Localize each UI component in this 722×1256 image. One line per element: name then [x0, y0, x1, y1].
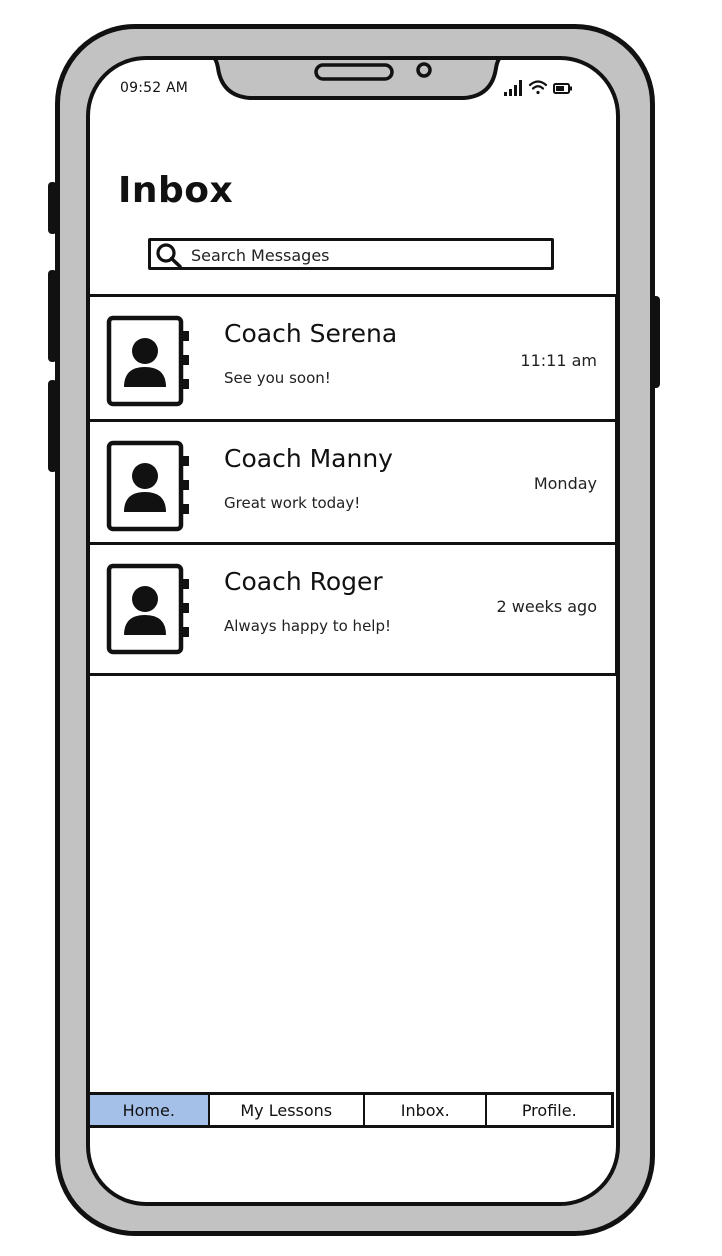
- search-input[interactable]: Search Messages: [148, 238, 554, 270]
- conversation-name: Coach Serena: [224, 319, 398, 348]
- signal-icon: [504, 80, 522, 96]
- conversation-row-manny[interactable]: Coach Manny Great work today! Monday: [90, 419, 616, 545]
- tab-home[interactable]: Home.: [90, 1095, 210, 1125]
- status-icons: [504, 80, 572, 96]
- conversation-time: Monday: [533, 474, 597, 493]
- search-placeholder: Search Messages: [191, 246, 330, 265]
- conversation-time: 2 weeks ago: [496, 597, 597, 616]
- tab-profile[interactable]: Profile.: [487, 1095, 611, 1125]
- conversation-time: 11:11 am: [520, 351, 597, 370]
- contact-book-icon: [106, 315, 189, 407]
- status-time: 09:52 AM: [120, 80, 189, 96]
- contact-book-icon: [106, 440, 189, 532]
- conversation-preview: Always happy to help!: [224, 617, 391, 635]
- conversation-row-roger[interactable]: Coach Roger Always happy to help! 2 week…: [90, 542, 616, 676]
- page-title: Inbox: [118, 170, 234, 211]
- conversation-name: Coach Manny: [224, 444, 393, 473]
- bottom-tab-bar: Home. My Lessons Inbox. Profile.: [90, 1092, 614, 1128]
- wifi-icon: [528, 80, 548, 95]
- conversation-row-serena[interactable]: Coach Serena See you soon! 11:11 am: [90, 294, 616, 422]
- conversation-preview: Great work today!: [224, 494, 361, 512]
- phone-screen: 09:52 AM Inbox Search Messages Coach Ser…: [86, 56, 620, 1206]
- tab-inbox[interactable]: Inbox.: [364, 1095, 488, 1125]
- tab-my-lessons[interactable]: My Lessons: [209, 1095, 365, 1125]
- battery-icon: [553, 83, 572, 94]
- notch: [213, 60, 501, 100]
- search-icon: [156, 243, 182, 268]
- conversation-preview: See you soon!: [224, 369, 331, 387]
- contact-book-icon: [106, 563, 189, 655]
- conversation-name: Coach Roger: [224, 567, 383, 596]
